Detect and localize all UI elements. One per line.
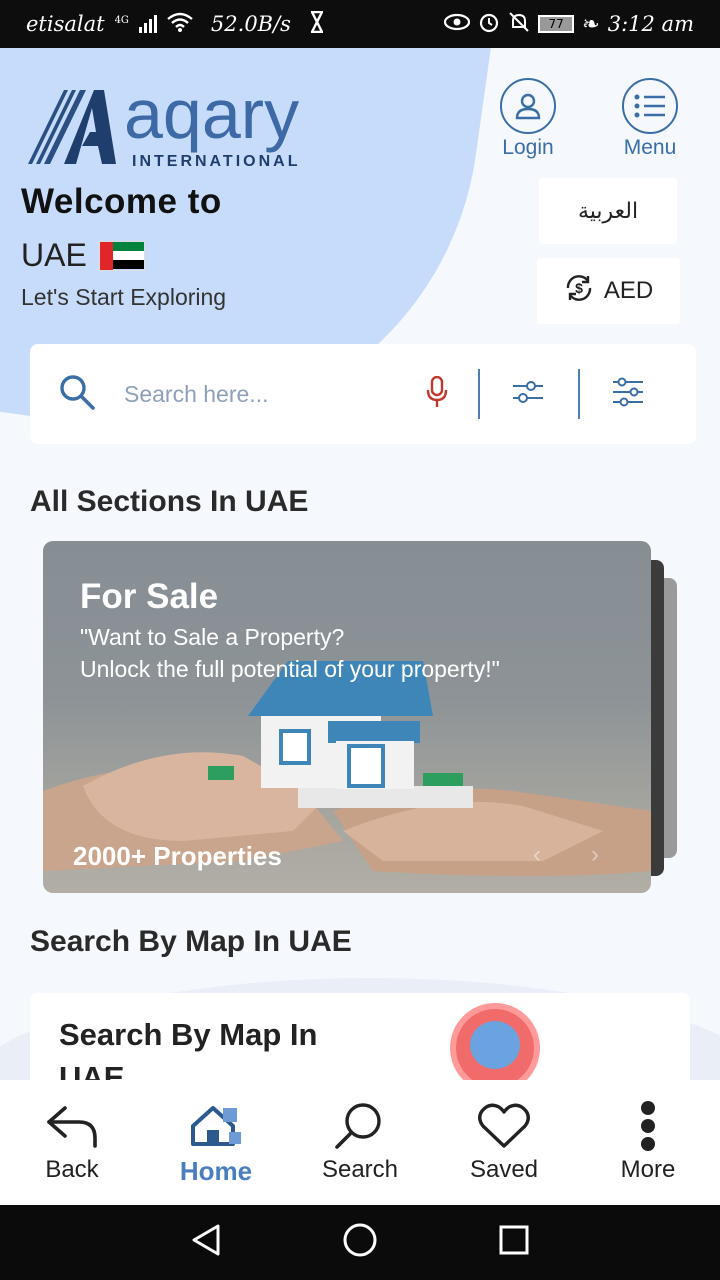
currency-button[interactable]: $ AED bbox=[537, 258, 680, 324]
welcome-subtitle: Let's Start Exploring bbox=[21, 284, 227, 310]
alarm-icon bbox=[478, 11, 500, 38]
leaf-icon: ❧ bbox=[582, 12, 600, 36]
nav-home[interactable]: Home bbox=[144, 1080, 288, 1205]
welcome-heading: Welcome to bbox=[21, 182, 222, 221]
sections-heading: All Sections In UAE bbox=[30, 485, 309, 518]
nav-saved[interactable]: Saved bbox=[432, 1080, 576, 1205]
mute-bell-icon bbox=[508, 11, 530, 38]
uae-flag-icon bbox=[98, 240, 145, 271]
card-description: "Want to Sale a Property? Unlock the ful… bbox=[80, 624, 500, 682]
carousel-next-icon[interactable]: › bbox=[591, 841, 599, 869]
nav-back-label: Back bbox=[45, 1156, 99, 1183]
nav-saved-label: Saved bbox=[469, 1156, 539, 1183]
search-icon[interactable] bbox=[58, 373, 96, 416]
property-count: 2000+ Properties bbox=[73, 841, 282, 871]
language-label: العربية bbox=[577, 198, 639, 224]
country-name: UAE bbox=[21, 237, 87, 273]
nav-home-label: Home bbox=[179, 1156, 253, 1186]
home-icon bbox=[189, 1100, 243, 1152]
nav-more-label: More bbox=[620, 1156, 676, 1183]
app-screen: aqary INTERNATIONAL Login Menu العربية $… bbox=[0, 48, 720, 1205]
network-speed: 52.0B/s bbox=[210, 12, 291, 36]
system-home-icon[interactable] bbox=[342, 1222, 378, 1263]
system-navigation-bar bbox=[0, 1205, 720, 1280]
status-bar: etisalat 4G 52.0B/s 77 ❧ 3:12 am bbox=[0, 0, 720, 48]
clock-time: 3:12 am bbox=[607, 12, 694, 36]
currency-exchange-icon: $ bbox=[564, 273, 594, 310]
search-input[interactable] bbox=[124, 380, 414, 408]
card-title: For Sale bbox=[80, 577, 219, 616]
map-section-heading: Search By Map In UAE bbox=[30, 925, 352, 958]
logo-subtitle: INTERNATIONAL bbox=[132, 153, 300, 170]
svg-text:$: $ bbox=[575, 280, 583, 296]
heart-icon bbox=[477, 1100, 531, 1152]
eye-icon bbox=[444, 12, 471, 36]
hourglass-icon bbox=[309, 10, 325, 38]
back-arrow-icon bbox=[45, 1100, 99, 1152]
search-icon bbox=[333, 1100, 387, 1152]
currency-label: AED bbox=[603, 277, 654, 304]
menu-label: Menu bbox=[623, 136, 677, 159]
logo-wordmark: aqary bbox=[124, 86, 299, 153]
advanced-filter-icon[interactable] bbox=[612, 376, 644, 413]
aqary-logo[interactable]: aqary INTERNATIONAL bbox=[24, 75, 374, 172]
bottom-navigation: Back Home Search Saved More bbox=[0, 1080, 720, 1205]
carrier-name: etisalat bbox=[26, 12, 105, 36]
wifi-icon bbox=[167, 12, 193, 37]
login-label: Login bbox=[502, 136, 554, 159]
network-type: 4G bbox=[114, 15, 129, 26]
more-vertical-icon bbox=[638, 1100, 658, 1152]
battery-icon: 77 bbox=[538, 15, 575, 33]
carousel-prev-icon[interactable]: ‹ bbox=[533, 841, 541, 869]
separator bbox=[478, 369, 480, 419]
user-icon bbox=[500, 78, 556, 134]
for-sale-card[interactable]: For Sale "Want to Sale a Property? Unloc… bbox=[43, 541, 651, 893]
nav-search-label: Search bbox=[321, 1156, 399, 1183]
search-bar bbox=[30, 344, 696, 444]
microphone-icon[interactable] bbox=[426, 375, 448, 413]
list-menu-icon bbox=[622, 78, 678, 134]
signal-icon bbox=[138, 15, 157, 33]
system-back-icon[interactable] bbox=[190, 1223, 222, 1262]
nav-search[interactable]: Search bbox=[288, 1080, 432, 1205]
country-row: UAE bbox=[21, 237, 145, 274]
login-button[interactable]: Login bbox=[483, 78, 573, 160]
nav-back[interactable]: Back bbox=[0, 1080, 144, 1205]
separator bbox=[578, 369, 580, 419]
language-toggle-button[interactable]: العربية bbox=[539, 178, 677, 244]
filter-sliders-icon[interactable] bbox=[512, 378, 544, 411]
nav-more[interactable]: More bbox=[576, 1080, 720, 1205]
system-recents-icon[interactable] bbox=[498, 1224, 530, 1261]
menu-button[interactable]: Menu bbox=[605, 78, 695, 160]
